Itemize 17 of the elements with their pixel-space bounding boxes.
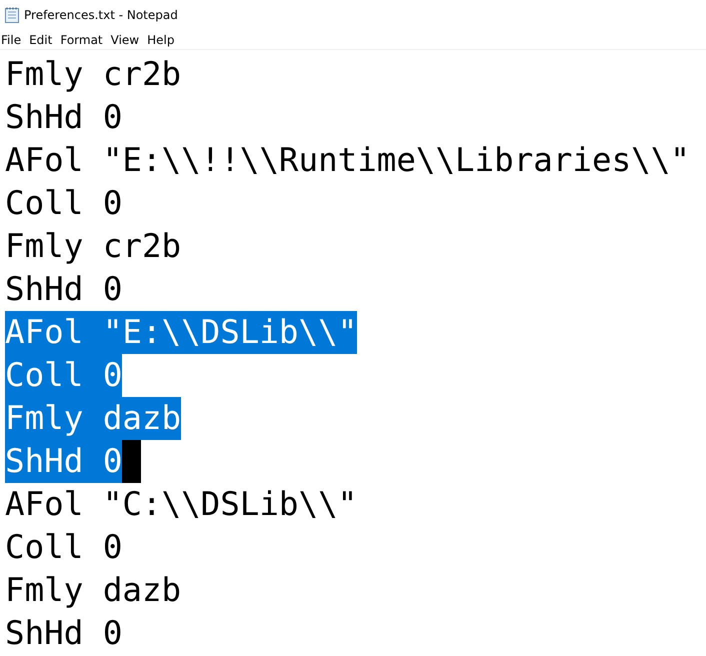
- menu-item[interactable]: Help: [146, 32, 182, 46]
- notepad-icon: [5, 7, 19, 23]
- text-line: Fmly cr2b: [5, 226, 182, 267]
- menu-item[interactable]: View: [110, 32, 146, 46]
- text-line: Fmly dazb: [5, 570, 182, 611]
- menu-item[interactable]: File: [0, 32, 28, 46]
- window-title: Preferences.txt - Notepad: [24, 8, 178, 22]
- text-line: Fmly cr2b: [5, 54, 182, 95]
- text-line: ShHd 0: [5, 613, 122, 654]
- text-line: Coll 0: [5, 527, 122, 568]
- text-line: AFol "C:\\DSLib\\": [5, 484, 358, 525]
- menu-item[interactable]: Edit: [28, 32, 60, 46]
- text-line: AFol "E:\\!!\\Runtime\\Libraries\\": [5, 140, 690, 181]
- menu-item[interactable]: Format: [59, 32, 110, 46]
- text-line: Coll 0: [5, 183, 122, 224]
- text-line: ShHd 0: [5, 97, 122, 138]
- text-line: ShHd 0: [5, 269, 122, 310]
